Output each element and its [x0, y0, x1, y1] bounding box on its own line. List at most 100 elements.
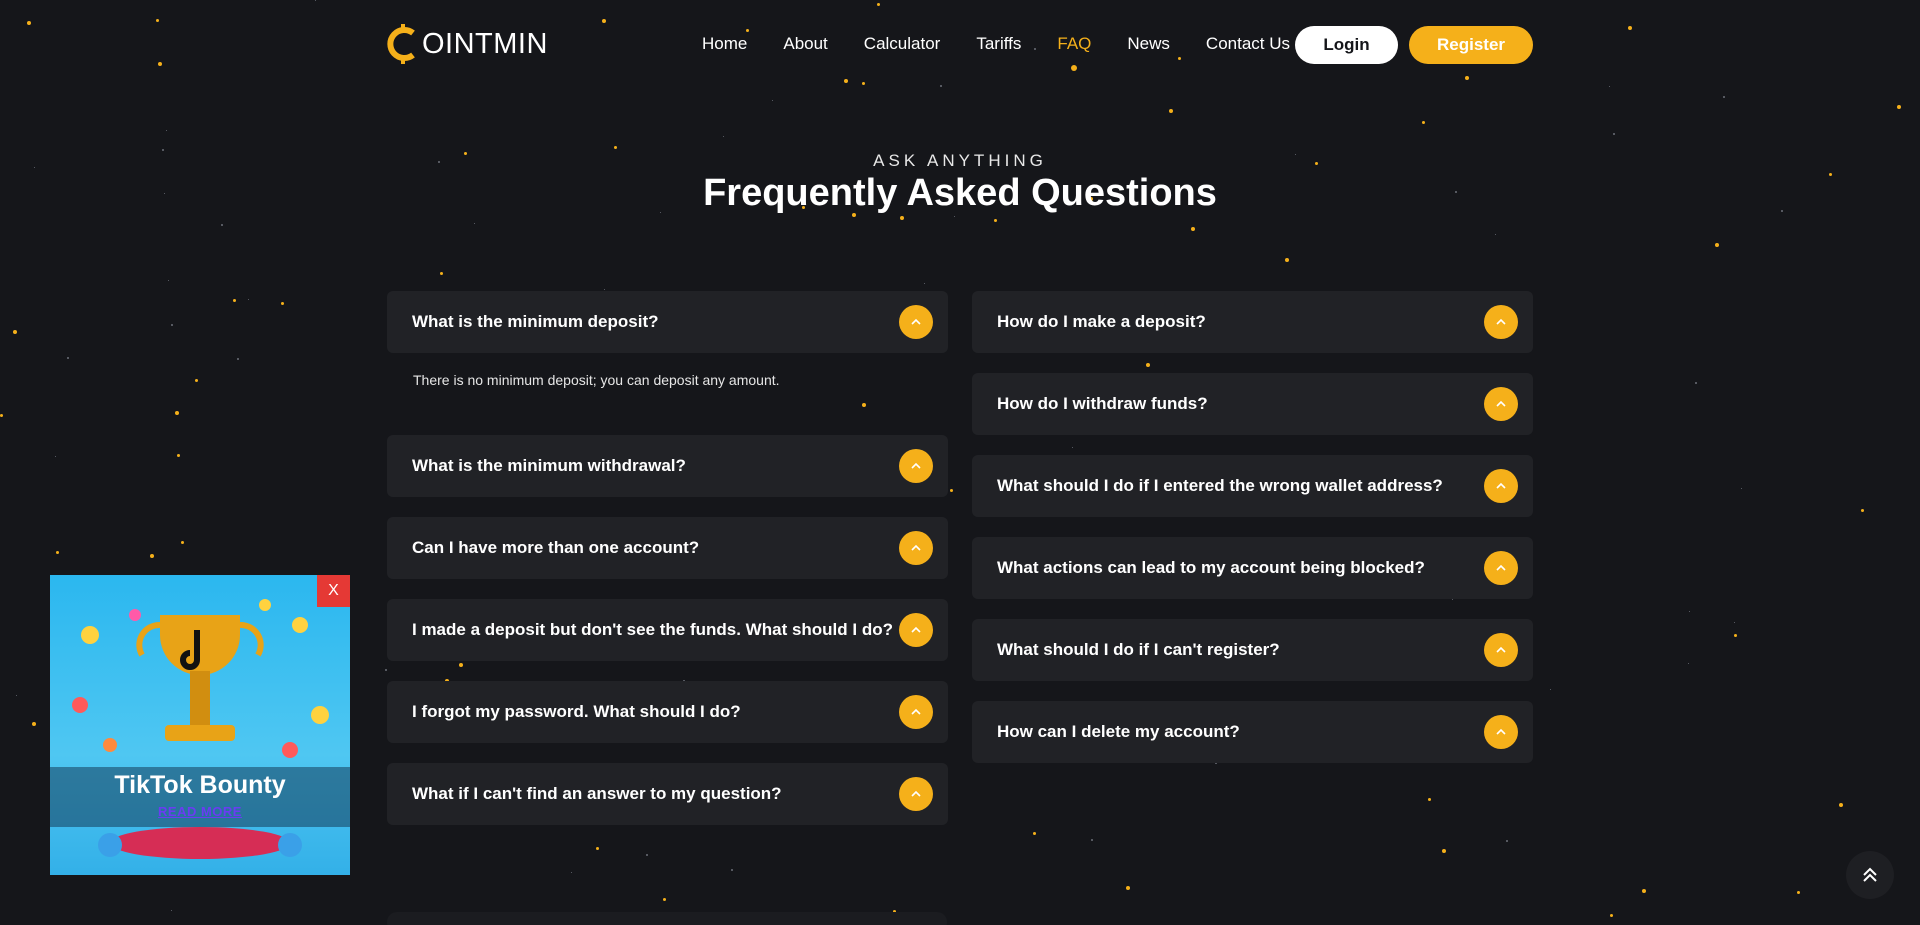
faq-answer: There is no minimum deposit; you can dep…	[387, 369, 948, 431]
star	[1422, 121, 1425, 124]
star	[166, 130, 167, 131]
register-button[interactable]: Register	[1409, 26, 1533, 64]
faq-item[interactable]: What if I can't find an answer to my que…	[387, 763, 948, 825]
faq-item[interactable]: I made a deposit but don't see the funds…	[387, 599, 948, 661]
star	[900, 216, 904, 220]
star	[1715, 243, 1719, 247]
star	[772, 100, 773, 101]
faq-question: What if I can't find an answer to my que…	[412, 784, 782, 803]
star	[1169, 109, 1173, 113]
star	[56, 551, 59, 554]
star	[844, 79, 848, 83]
chevron-up-icon[interactable]	[1484, 551, 1518, 585]
nav-faq[interactable]: FAQ	[1057, 34, 1092, 71]
faq-question: What is the minimum deposit?	[412, 312, 659, 331]
chevron-up-icon[interactable]	[899, 305, 933, 339]
faq-item[interactable]: What is the minimum withdrawal?	[387, 435, 948, 497]
chevron-up-icon[interactable]	[899, 449, 933, 483]
promo-popup[interactable]: TikTok Bounty READ MORE X	[50, 575, 350, 875]
back-to-top-button[interactable]	[1846, 851, 1894, 899]
faq-question: What is the minimum withdrawal?	[412, 456, 686, 475]
nav-about[interactable]: About	[783, 34, 827, 54]
logo[interactable]: OINTMIN	[387, 24, 548, 64]
faq-item[interactable]: How do I withdraw funds?	[972, 373, 1533, 435]
star	[954, 216, 955, 217]
star	[614, 146, 617, 149]
star	[862, 82, 865, 85]
nav-contact[interactable]: Contact Us	[1206, 34, 1290, 54]
faq-item[interactable]: How can I delete my account?	[972, 701, 1533, 763]
read-more-link[interactable]: READ MORE	[50, 804, 350, 819]
star	[0, 414, 3, 417]
star	[1091, 839, 1093, 841]
star	[1741, 488, 1742, 489]
nav-calculator[interactable]: Calculator	[864, 34, 941, 54]
star	[171, 324, 173, 326]
page: OINTMIN Home About Calculator Tariffs FA…	[0, 0, 1920, 925]
faq-column-left: What is the minimum deposit? There is no…	[387, 291, 948, 845]
login-button[interactable]: Login	[1295, 26, 1398, 64]
faq-question: How do I make a deposit?	[997, 312, 1206, 331]
star	[281, 302, 284, 305]
faq-item[interactable]: How do I make a deposit?	[972, 291, 1533, 353]
star	[55, 456, 56, 457]
section-eyebrow: ASK ANYTHING	[873, 151, 1047, 170]
nav-faq-label: FAQ	[1057, 34, 1092, 53]
faq-question: What should I do if I can't register?	[997, 640, 1280, 659]
chevron-up-icon[interactable]	[1484, 387, 1518, 421]
star	[27, 21, 31, 25]
star	[950, 489, 953, 492]
star	[1285, 258, 1289, 262]
chevron-up-icon[interactable]	[899, 695, 933, 729]
chevron-up-icon[interactable]	[899, 531, 933, 565]
faq-item[interactable]: What should I do if I can't register?	[972, 619, 1533, 681]
star	[1628, 26, 1632, 30]
star	[171, 910, 172, 911]
chevron-up-icon[interactable]	[899, 777, 933, 811]
star	[158, 62, 162, 66]
logo-text: OINTMIN	[422, 27, 548, 60]
chevron-up-icon[interactable]	[1484, 469, 1518, 503]
star	[940, 85, 942, 87]
star	[156, 19, 159, 22]
star	[1689, 611, 1690, 612]
star	[315, 0, 316, 1]
star	[248, 299, 249, 300]
star	[994, 219, 997, 222]
chevron-up-icon[interactable]	[1484, 715, 1518, 749]
faq-item[interactable]: What actions can lead to my account bein…	[972, 537, 1533, 599]
next-section-edge	[387, 912, 947, 925]
faq-item[interactable]: I forgot my password. What should I do?	[387, 681, 948, 743]
star	[1465, 76, 1469, 80]
trophy-illustration	[72, 599, 329, 859]
faq-question: How can I delete my account?	[997, 722, 1240, 741]
star	[67, 357, 69, 359]
star	[1613, 133, 1615, 135]
star	[168, 280, 169, 281]
faq-item[interactable]: Can I have more than one account?	[387, 517, 948, 579]
faq-question: What actions can lead to my account bein…	[997, 558, 1425, 577]
chevron-up-icon[interactable]	[1484, 305, 1518, 339]
star	[175, 411, 179, 415]
close-popup-button[interactable]: X	[317, 575, 350, 607]
star	[1688, 663, 1689, 664]
star	[604, 289, 605, 290]
chevron-up-icon[interactable]	[1484, 633, 1518, 667]
star	[233, 299, 236, 302]
faq-item[interactable]: What should I do if I entered the wrong …	[972, 455, 1533, 517]
nav-news[interactable]: News	[1127, 34, 1170, 54]
star	[1723, 96, 1725, 98]
star	[1033, 832, 1036, 835]
star	[1609, 86, 1610, 87]
nav-tariffs[interactable]: Tariffs	[976, 34, 1021, 54]
faq-item[interactable]: What is the minimum deposit?	[387, 291, 948, 353]
star	[723, 136, 724, 137]
star	[1734, 622, 1735, 623]
star	[596, 847, 599, 850]
nav-home[interactable]: Home	[702, 34, 747, 54]
popup-title: TikTok Bounty	[114, 771, 286, 799]
chevron-up-icon[interactable]	[899, 613, 933, 647]
star	[440, 272, 443, 275]
star	[1695, 382, 1697, 384]
star	[646, 854, 648, 856]
